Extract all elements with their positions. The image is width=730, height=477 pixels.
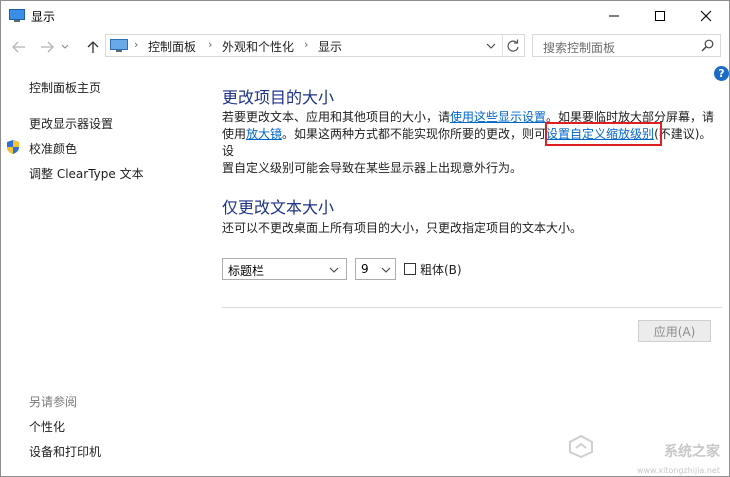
divider <box>222 307 722 308</box>
item-select-value: 标题栏 <box>228 264 265 278</box>
up-button[interactable] <box>82 36 104 58</box>
maximize-button[interactable] <box>637 1 683 31</box>
forward-arrow-icon <box>41 41 54 53</box>
watermark-logo-icon <box>569 434 593 458</box>
size-select-value: 9 <box>361 262 369 276</box>
control-panel-icon <box>110 39 128 52</box>
see-also-devices-printers[interactable]: 设备和打印机 <box>29 443 101 460</box>
highlight-box <box>545 122 662 146</box>
watermark-text: 系统之家 <box>664 444 720 460</box>
text: 置自定义级别可能会导致在某些显示器上出现意外行为。 <box>222 161 523 175</box>
forward-button[interactable] <box>36 36 58 58</box>
display-app-icon <box>9 9 25 22</box>
address-divider <box>502 35 503 56</box>
breadcrumb-separator: › <box>304 38 309 51</box>
close-button[interactable] <box>683 1 729 31</box>
uac-shield-icon <box>7 140 19 154</box>
minimize-icon <box>609 15 619 17</box>
up-arrow-icon <box>87 41 99 53</box>
refresh-icon[interactable] <box>506 39 520 53</box>
recent-locations-button[interactable] <box>58 36 72 58</box>
bold-checkbox[interactable] <box>404 263 416 275</box>
search-icon[interactable] <box>701 39 714 52</box>
chevron-down-icon <box>61 44 69 49</box>
sidebar-link-cleartype[interactable]: 调整 ClearType 文本 <box>29 165 144 182</box>
back-button[interactable] <box>8 36 30 58</box>
section-text-size-title: 仅更改文本大小 <box>222 198 335 217</box>
title-bar: 显示 <box>1 1 729 31</box>
breadcrumb-separator: › <box>208 38 213 51</box>
minimize-button[interactable] <box>591 1 637 31</box>
breadcrumb-separator: › <box>134 38 139 51</box>
search-box[interactable]: 搜索控制面板 <box>532 34 721 57</box>
text: 。如果这两种方式都不能实现你所要的更改，则可 <box>282 127 547 141</box>
chevron-down-icon <box>329 267 339 273</box>
section-change-item-size-title: 更改项目的大小 <box>222 88 335 107</box>
sidebar-link-calibrate-color[interactable]: 校准颜色 <box>29 140 77 157</box>
chevron-down-icon <box>381 267 391 273</box>
back-arrow-icon <box>12 41 25 53</box>
text: 使用 <box>222 127 247 141</box>
see-also-personalization[interactable]: 个性化 <box>29 418 65 435</box>
close-icon <box>700 10 712 22</box>
maximize-icon <box>655 11 665 21</box>
size-select[interactable]: 9 <box>355 258 396 280</box>
section-text-size-text: 还可以不更改桌面上所有项目的大小，只更改指定项目的文本大小。 <box>222 221 583 235</box>
breadcrumb-control-panel[interactable]: 控制面板 <box>148 38 196 55</box>
sidebar-link-change-display-settings[interactable]: 更改显示器设置 <box>29 115 113 132</box>
magnifier-link[interactable]: 放大镜 <box>246 127 282 141</box>
address-bar[interactable]: › 控制面板 › 外观和个性化 › 显示 <box>105 34 525 57</box>
text: 若要更改文本、应用和其他项目的大小，请 <box>222 110 451 124</box>
breadcrumb-display[interactable]: 显示 <box>318 38 342 55</box>
sidebar-link-home[interactable]: 控制面板主页 <box>29 79 101 96</box>
address-dropdown-chevron-icon[interactable] <box>486 43 496 49</box>
window-title: 显示 <box>31 10 56 24</box>
apply-button[interactable]: 应用(A) <box>638 320 711 342</box>
window-frame <box>0 0 730 477</box>
watermark-url: www.xitongzhijia.net <box>636 466 720 475</box>
search-placeholder: 搜索控制面板 <box>543 41 616 55</box>
help-icon[interactable]: ? <box>714 66 729 81</box>
see-also-heading: 另请参阅 <box>29 395 78 409</box>
bold-label[interactable]: 粗体(B) <box>420 261 462 278</box>
use-display-settings-link[interactable]: 使用这些显示设置 <box>450 110 546 124</box>
breadcrumb-appearance[interactable]: 外观和个性化 <box>222 38 294 55</box>
item-select[interactable]: 标题栏 <box>222 258 347 280</box>
